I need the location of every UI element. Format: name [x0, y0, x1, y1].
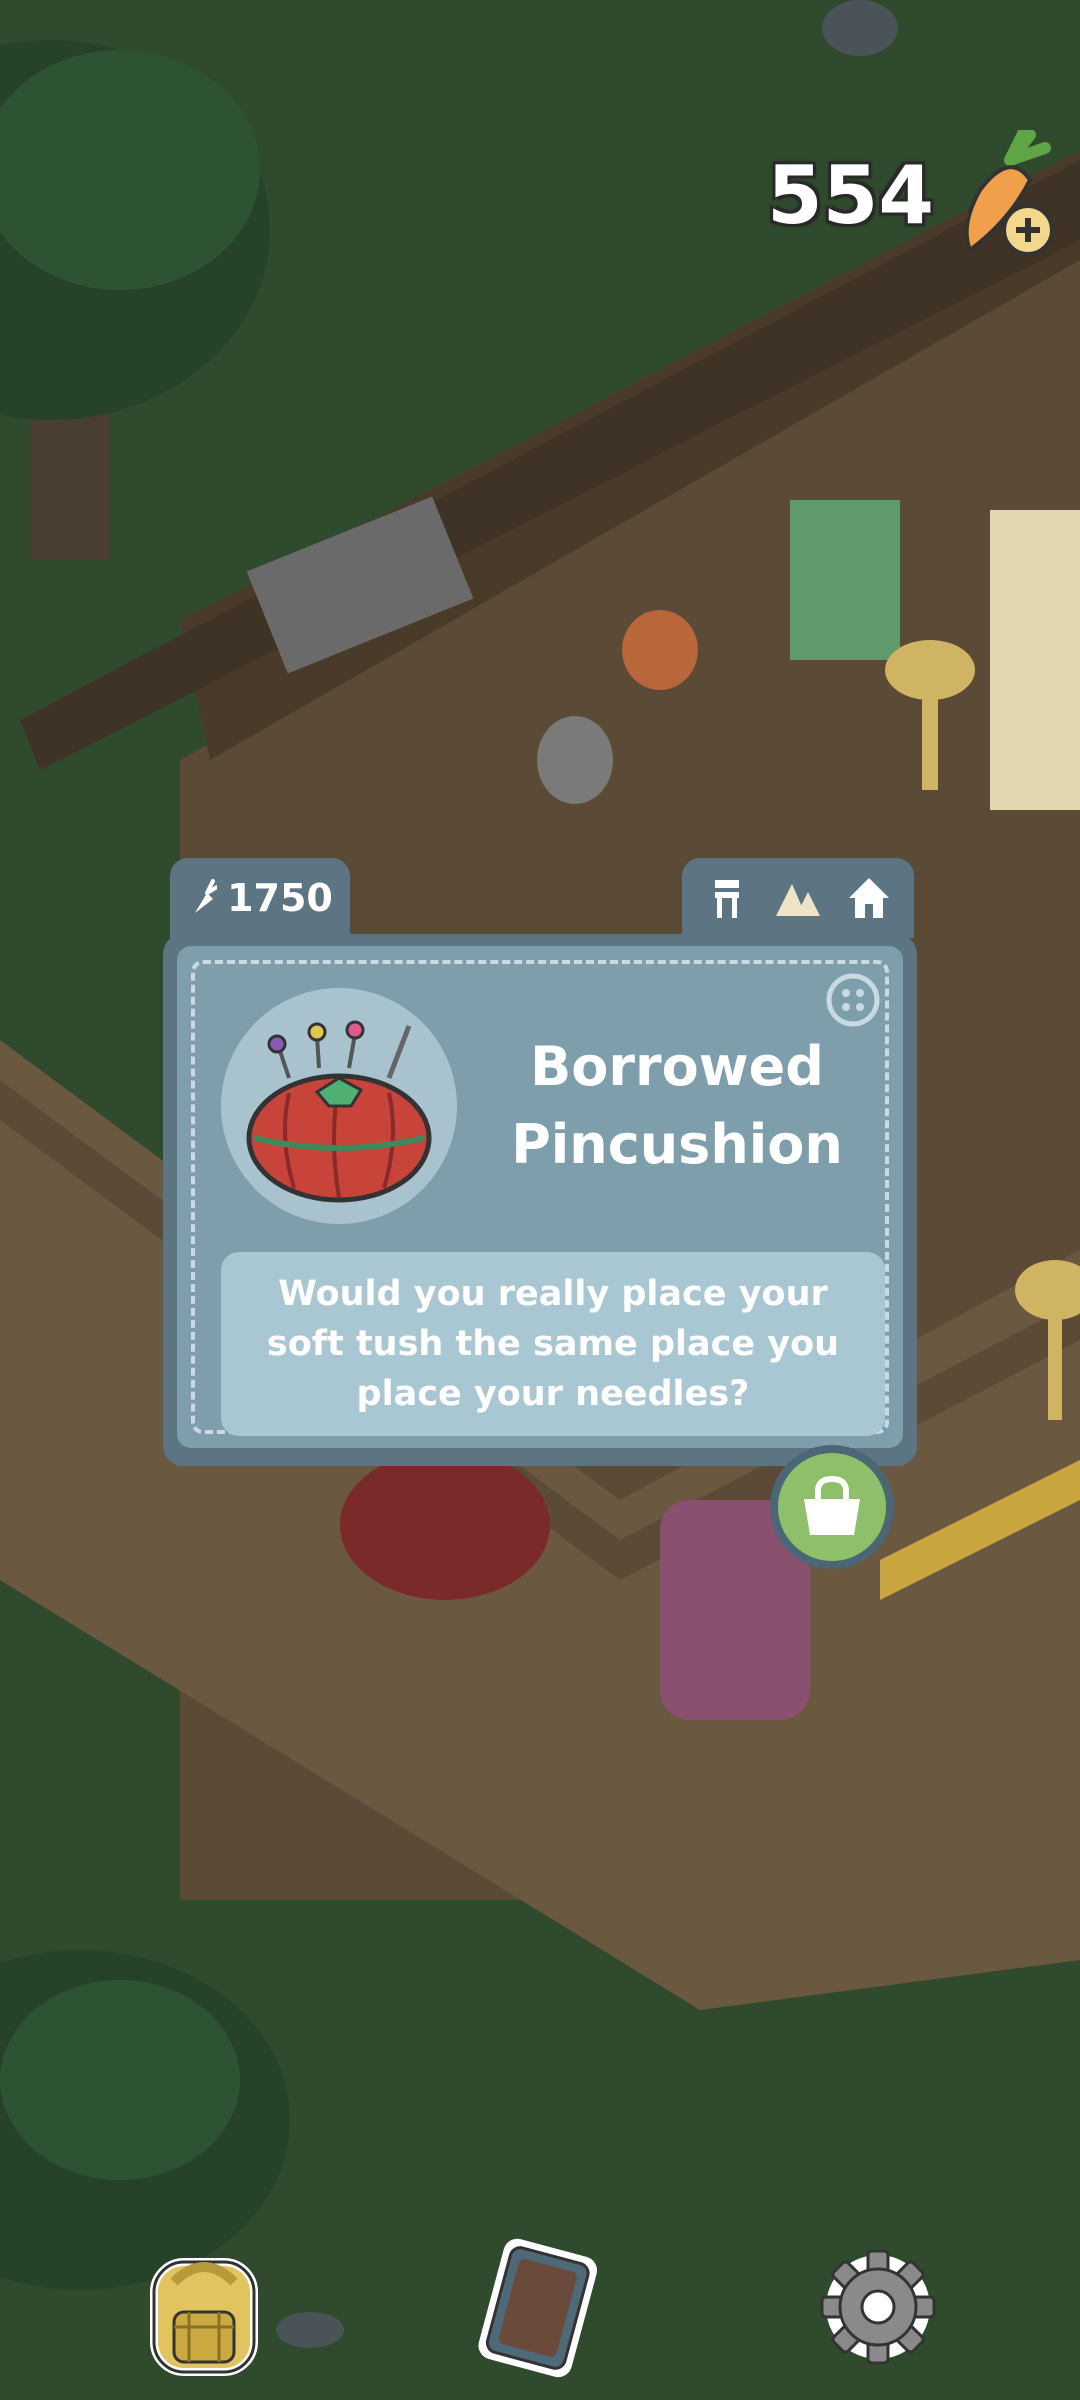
item-title: Borrowed Pincushion [511, 1035, 843, 1176]
rock [276, 2312, 344, 2348]
backpack-icon[interactable] [134, 2232, 274, 2382]
pincushion-icon [246, 1020, 432, 1203]
item-cost: 1750 [227, 876, 333, 920]
stool-icon [715, 880, 740, 918]
item-description: Would you really place your soft tush th… [221, 1252, 885, 1436]
carrot-count: 554 [767, 148, 934, 242]
item-category-tab [682, 858, 914, 938]
currency-display[interactable]: 554 [767, 130, 1060, 256]
item-image-circle [221, 988, 457, 1224]
item-cost-tab: 1750 [170, 858, 350, 938]
house-icon [848, 878, 889, 918]
rock [822, 0, 898, 56]
gear-icon[interactable] [808, 2232, 948, 2382]
shopping-bag-icon [804, 1475, 860, 1535]
button-icon [826, 973, 880, 1027]
item-card-panel: Borrowed Pincushion Would you really pla… [177, 946, 903, 1448]
item-info-card: Borrowed Pincushion Would you really pla… [163, 934, 917, 1466]
carrot-icon [195, 879, 218, 913]
mountains-icon [775, 884, 820, 916]
carrot-plus-icon[interactable] [950, 130, 1060, 260]
buy-button[interactable] [770, 1445, 894, 1569]
tablet-icon[interactable] [468, 2232, 608, 2382]
